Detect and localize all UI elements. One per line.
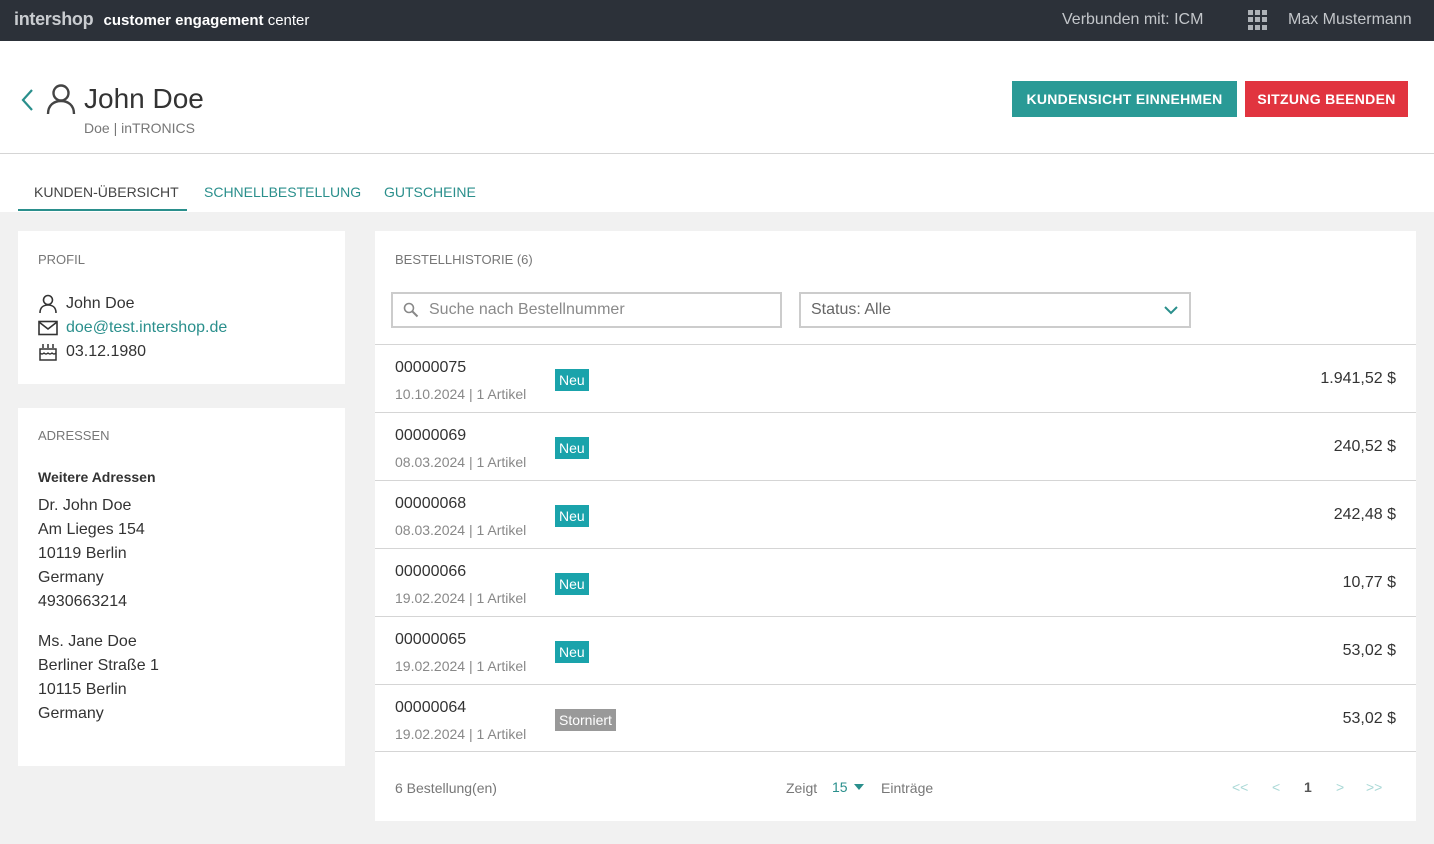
address-2-line-2: Berliner Straße 1 [38,657,159,674]
order-total: 240,52 $ [1333,438,1396,455]
order-count: 6 Bestellung(en) [395,780,497,796]
addresses-card: ADRESSEN Weitere Adressen Dr. John Doe A… [18,408,345,766]
end-session-button[interactable]: SITZUNG BEENDEN [1245,81,1408,117]
profile-name-row: John Doe [38,293,135,315]
profile-email-row: doe@test.intershop.de [38,317,227,339]
profile-card: PROFIL John Doe doe@test.intershop.de 03… [18,231,345,384]
order-status-badge: Neu [555,505,589,527]
customer-header: John Doe Doe | inTRONICS KUNDENSICHT EIN… [0,41,1434,154]
pager-next[interactable]: > [1336,779,1344,795]
search-icon [403,302,419,318]
order-number: 00000066 [395,563,467,580]
order-total: 53,02 $ [1342,710,1396,727]
order-row[interactable]: 00000068 08.03.2024 | 1 Artikel Neu 242,… [375,480,1416,548]
order-meta: 19.02.2024 | 1 Artikel [395,726,527,742]
order-total: 10,77 $ [1342,574,1396,591]
order-status-badge: Neu [555,437,589,459]
order-status-badge: Neu [555,573,589,595]
order-row[interactable]: 00000069 08.03.2024 | 1 Artikel Neu 240,… [375,412,1416,480]
order-number: 00000064 [395,699,467,716]
person-icon [38,294,58,314]
order-meta: 10.10.2024 | 1 Artikel [395,386,527,402]
brand-name-rest: center [267,12,310,29]
order-row[interactable]: 00000065 19.02.2024 | 1 Artikel Neu 53,0… [375,616,1416,684]
order-search-input[interactable] [429,300,769,320]
intershop-logo: intershop [14,9,94,29]
profile-birthday: 03.12.1980 [66,343,147,360]
user-menu[interactable]: Max Mustermann [1288,11,1412,29]
order-search-field[interactable] [391,292,782,328]
address-1-line-3: 10119 Berlin [38,545,127,562]
order-row[interactable]: 00000075 10.10.2024 | 1 Artikel Neu 1.94… [375,344,1416,412]
order-number: 00000069 [395,427,467,444]
pager-last[interactable]: >> [1366,779,1382,795]
customer-name: John Doe [84,83,204,114]
brand-name-bold: customer engagement [103,12,264,29]
order-status-badge: Storniert [555,709,616,731]
pager-current-page[interactable]: 1 [1304,779,1312,795]
order-meta: 19.02.2024 | 1 Artikel [395,590,527,606]
order-status-badge: Neu [555,369,589,391]
impersonate-customer-button[interactable]: KUNDENSICHT EINNEHMEN [1012,81,1237,117]
address-1-phone: 4930663214 [38,593,127,610]
addresses-heading: Weitere Adressen [38,469,156,485]
page-size-label: Zeigt [786,780,818,796]
order-total: 242,48 $ [1333,506,1396,523]
status-filter-value: Status: Alle [811,301,892,318]
order-history-title: BESTELLHISTORIE (6) [395,252,533,267]
order-meta: 08.03.2024 | 1 Artikel [395,522,527,538]
page-size-select[interactable]: 15 [832,779,864,795]
app-brand[interactable]: intershop customer engagement center [14,9,309,30]
profile-email-link[interactable]: doe@test.intershop.de [66,319,227,337]
tab-bar: KUNDEN-ÜBERSICHT SCHNELLBESTELLUNG GUTSC… [0,154,1434,212]
order-row[interactable]: 00000066 19.02.2024 | 1 Artikel Neu 10,7… [375,548,1416,616]
tab-quick-order[interactable]: SCHNELLBESTELLUNG [204,184,361,200]
address-2-line-1: Ms. Jane Doe [38,633,137,650]
top-bar: intershop customer engagement center Ver… [0,0,1434,41]
page-size-value: 15 [832,779,848,795]
address-1-line-1: Dr. John Doe [38,497,132,514]
app-grid-icon[interactable] [1248,10,1268,30]
status-filter-select[interactable]: Status: Alle [799,292,1191,328]
address-1-line-2: Am Lieges 154 [38,521,145,538]
address-2-line-4: Germany [38,705,104,722]
order-total: 53,02 $ [1342,642,1396,659]
pager-prev[interactable]: < [1272,779,1280,795]
profile-birthday-row: 03.12.1980 [38,341,146,363]
addresses-title: ADRESSEN [38,428,110,443]
caret-down-icon [853,784,864,790]
tab-vouchers[interactable]: GUTSCHEINE [384,184,476,200]
address-2-line-3: 10115 Berlin [38,681,127,698]
mail-icon [38,318,58,338]
birthday-cake-icon [38,342,58,362]
order-number: 00000075 [395,359,467,376]
profile-title: PROFIL [38,252,85,267]
order-history-card: BESTELLHISTORIE (6) Status: Alle 0000007… [375,231,1416,821]
pager-first[interactable]: << [1232,779,1248,795]
order-status-badge: Neu [555,641,589,663]
active-tab-indicator [18,209,187,211]
customer-icon [46,84,76,115]
chevron-down-icon [1164,306,1178,315]
profile-name: John Doe [66,295,135,312]
order-row[interactable]: 00000064 19.02.2024 | 1 Artikel Stornier… [375,684,1416,752]
order-number: 00000068 [395,495,467,512]
order-number: 00000065 [395,631,467,648]
address-1-line-4: Germany [38,569,104,586]
back-arrow-icon[interactable] [18,87,38,113]
entries-label: Einträge [881,780,934,796]
order-meta: 19.02.2024 | 1 Artikel [395,658,527,674]
connection-status: Verbunden mit: ICM [1062,11,1204,28]
tab-customer-overview[interactable]: KUNDEN-ÜBERSICHT [34,184,179,200]
order-total: 1.941,52 $ [1320,370,1396,387]
order-meta: 08.03.2024 | 1 Artikel [395,454,527,470]
customer-subtitle: Doe | inTRONICS [84,120,195,136]
